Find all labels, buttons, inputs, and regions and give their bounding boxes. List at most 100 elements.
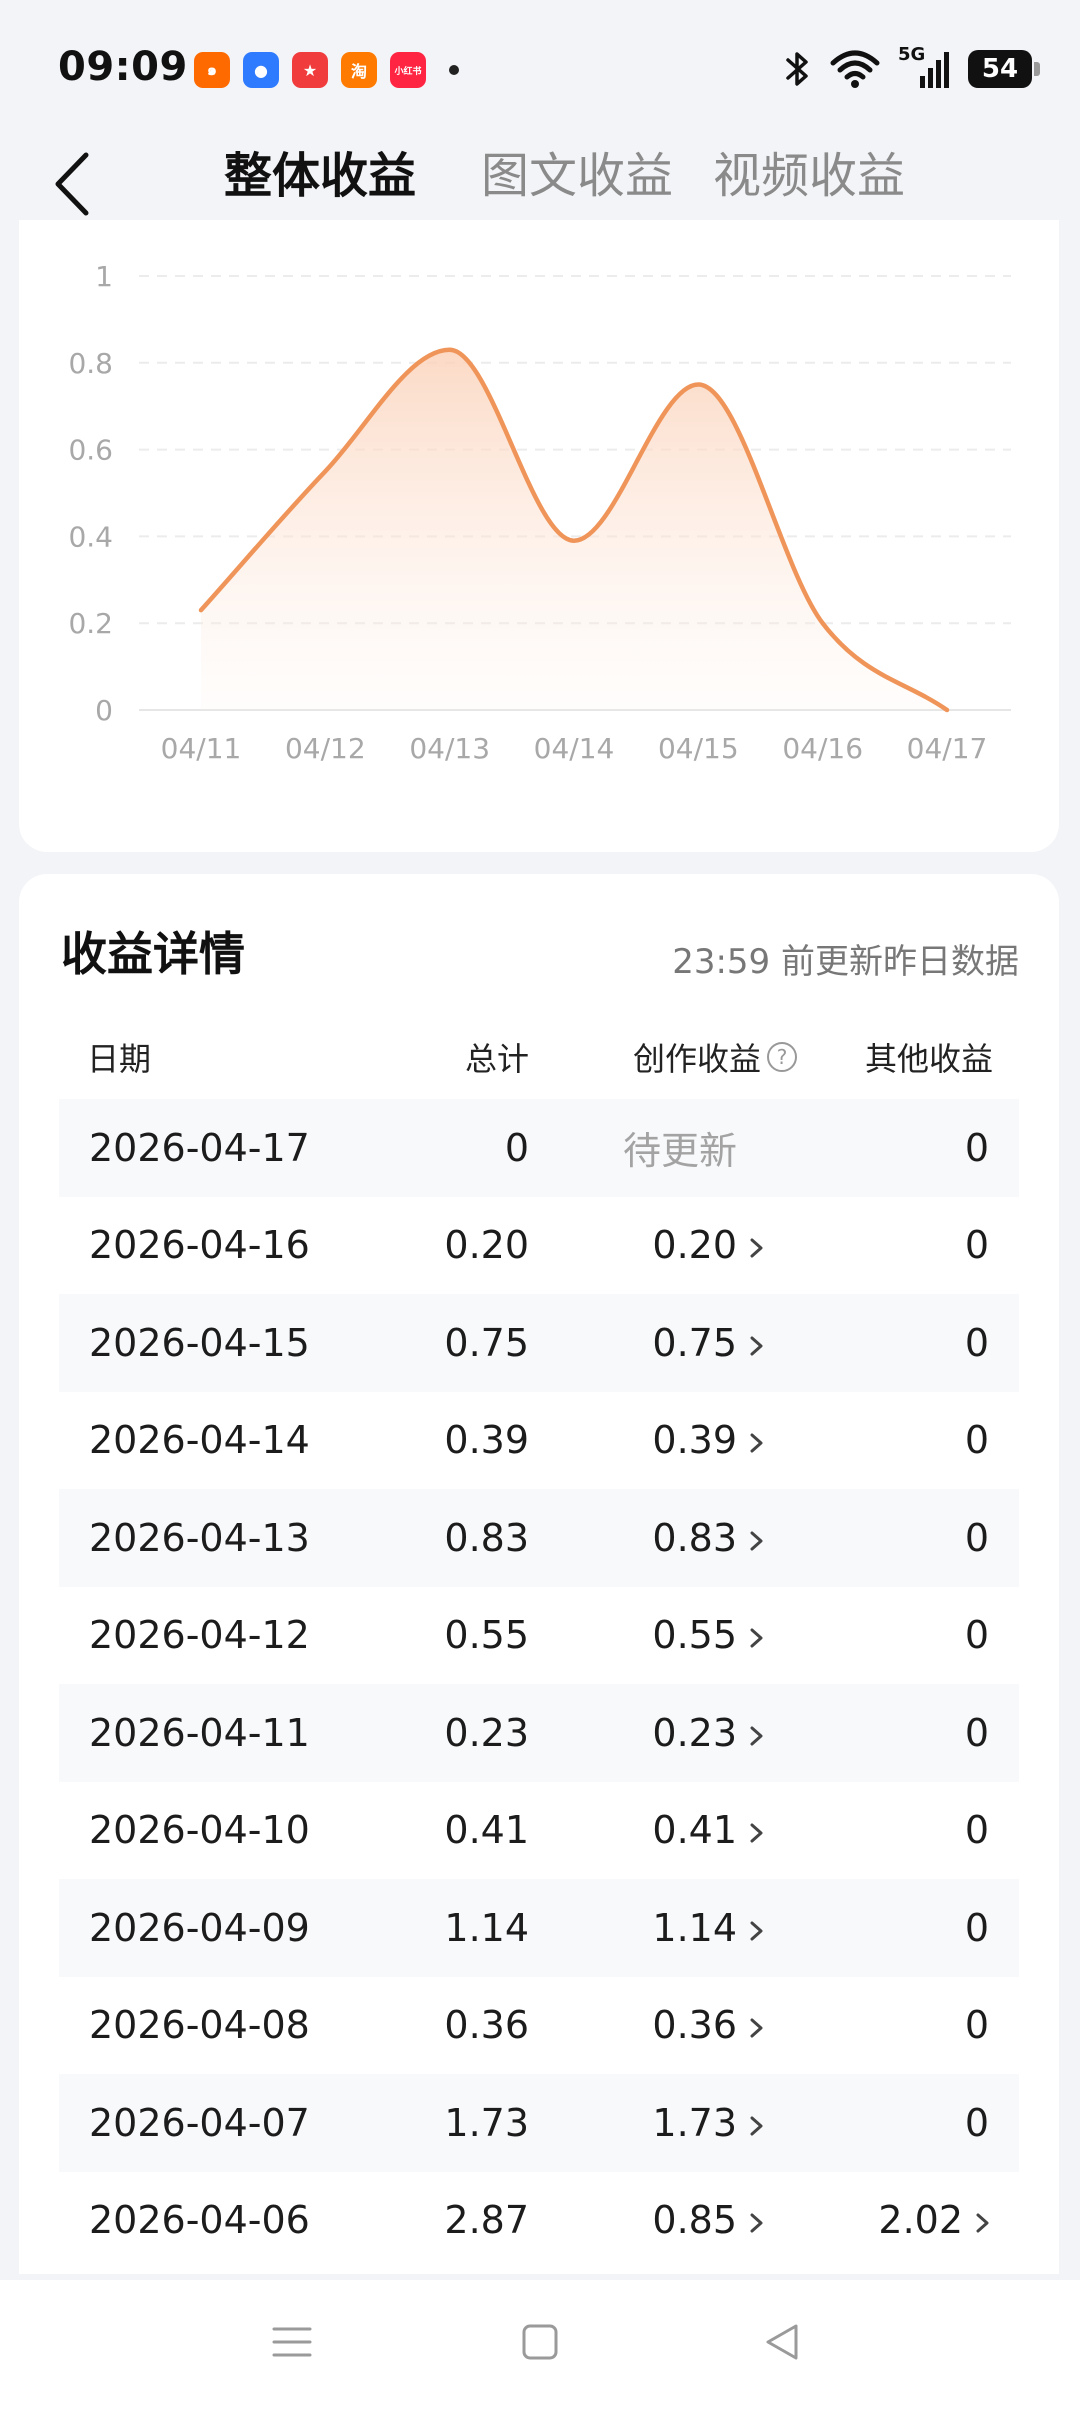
row-date: 2026-04-11 <box>89 1710 310 1755</box>
chevron-right-icon <box>745 1327 769 1359</box>
x-tick-label: 04/13 <box>409 732 490 765</box>
browser-app-icon: ● <box>243 52 279 88</box>
row-total: 0.39 <box>444 1418 529 1463</box>
data-point <box>572 538 576 543</box>
column-header-total: 总计 <box>464 1040 529 1078</box>
chevron-right-icon <box>745 1424 769 1456</box>
battery-icon: 54 <box>968 50 1040 88</box>
table-row: 2026-04-13 0.83 0.83 0 <box>59 1489 1019 1587</box>
status-bar: 09:09 ๑ ● ★ 淘小红书 5G 54 <box>0 0 1080 138</box>
column-header-other: 其他收益 <box>864 1040 993 1078</box>
row-creation-value: 0.75 <box>652 1320 737 1365</box>
chevron-right-icon <box>971 2204 995 2236</box>
row-creation-link[interactable]: 1.14 <box>652 1879 769 1977</box>
back-button[interactable] <box>42 146 102 222</box>
row-creation-link[interactable]: 0.41 <box>652 1782 769 1880</box>
row-date: 2026-04-06 <box>89 2198 310 2243</box>
row-other: 0 <box>964 1418 989 1463</box>
chevron-right-icon <box>745 1619 769 1651</box>
row-creation-pending: 待更新 <box>622 1129 737 1174</box>
data-point <box>696 382 701 387</box>
top-header: 整体收益 图文收益 视频收益 <box>0 132 1080 222</box>
more-notifications-dot <box>449 65 459 75</box>
taobao-app-icon: 淘 <box>341 52 377 88</box>
row-creation-value: 0.83 <box>652 1515 737 1560</box>
row-creation-link[interactable]: 0.83 <box>652 1489 769 1587</box>
row-other: 0 <box>964 1808 989 1853</box>
chevron-right-icon <box>745 1814 769 1846</box>
y-tick-label: 0.2 <box>68 607 113 640</box>
status-time: 09:09 <box>58 44 188 90</box>
y-tick-label: 0.4 <box>68 520 113 553</box>
menu-icon <box>272 2327 312 2357</box>
x-tick-label: 04/16 <box>782 732 863 765</box>
chevron-right-icon <box>745 1522 769 1554</box>
row-other: 0 <box>964 1905 989 1950</box>
earnings-chart-card: 0 0.2 0.4 0.6 0.8 1 04/11 04/12 04/13 04/14 04/15… <box>19 220 1059 852</box>
row-other: 0 <box>964 1613 989 1658</box>
status-indicators: 5G 54 <box>784 44 1040 90</box>
row-creation-value: 0.39 <box>652 1418 737 1463</box>
row-creation-link[interactable]: 0.23 <box>652 1684 769 1782</box>
row-date: 2026-04-16 <box>89 1223 310 1268</box>
row-creation-value: 1.73 <box>652 2100 737 2145</box>
chevron-right-icon <box>745 1912 769 1944</box>
tab-overall-earnings[interactable]: 整体收益 <box>224 136 416 206</box>
row-creation-value: 0.85 <box>652 2198 737 2243</box>
row-total: 0.41 <box>444 1808 529 1853</box>
row-creation-link[interactable]: 1.73 <box>652 2074 769 2172</box>
x-tick-label: 04/11 <box>161 732 242 765</box>
nav-back-button[interactable] <box>760 2320 804 2364</box>
wifi-icon <box>830 50 880 88</box>
table-row: 2026-04-14 0.39 0.39 0 <box>59 1392 1019 1490</box>
row-creation-value: 1.14 <box>652 1905 737 1950</box>
row-creation-link[interactable]: 0.75 <box>652 1294 769 1392</box>
table-row: 2026-04-12 0.55 0.55 0 <box>59 1587 1019 1685</box>
table-row: 2026-04-15 0.75 0.75 0 <box>59 1294 1019 1392</box>
row-total: 0.83 <box>444 1515 529 1560</box>
row-other: 0 <box>964 1223 989 1268</box>
chevron-right-icon <box>745 1717 769 1749</box>
x-tick-label: 04/14 <box>534 732 615 765</box>
table-row: 2026-04-17 0 待更新 0 <box>59 1099 1019 1197</box>
table-row: 2026-04-06 2.87 0.85 2.02 <box>59 2172 1019 2270</box>
data-point <box>945 708 949 712</box>
row-date: 2026-04-12 <box>89 1613 310 1658</box>
row-total: 1.14 <box>444 1905 529 1950</box>
column-header-creation: 创作收益 ? <box>633 1034 797 1080</box>
data-point <box>447 347 452 352</box>
tab-video-earnings[interactable]: 视频收益 <box>713 136 905 206</box>
notification-app-icons: ๑ ● ★ 淘小红书 <box>194 52 459 88</box>
nav-back-triangle-icon <box>766 2324 798 2360</box>
row-total: 0.55 <box>444 1613 529 1658</box>
home-button[interactable] <box>518 2320 562 2364</box>
cellular-signal-icon: 5G <box>898 44 950 90</box>
row-date: 2026-04-13 <box>89 1515 310 1560</box>
row-creation-link[interactable]: 0.39 <box>652 1392 769 1490</box>
data-point <box>199 608 203 613</box>
battery-level: 54 <box>981 54 1019 84</box>
row-creation-link[interactable]: 0.36 <box>652 1977 769 2075</box>
row-other: 0 <box>964 1710 989 1755</box>
menu-button[interactable] <box>270 2320 314 2364</box>
row-total: 0.75 <box>444 1320 529 1365</box>
back-arrow-icon <box>55 152 89 216</box>
table-row: 2026-04-10 0.41 0.41 0 <box>59 1782 1019 1880</box>
row-creation-link[interactable]: 0.85 <box>652 2172 769 2270</box>
row-date: 2026-04-07 <box>89 2100 310 2145</box>
row-creation-value: 0.36 <box>652 2003 737 2048</box>
earnings-details-card: 收益详情 23:59 前更新昨日数据 日期 总计 创作收益 ? 其他收益 202… <box>19 874 1059 2274</box>
earnings-table: 2026-04-17 0 待更新 0 2026-04-16 0.20 0.20 0 2026-0… <box>59 1099 1019 2269</box>
column-header-creation-label: 创作收益 <box>632 1040 761 1078</box>
row-creation-link[interactable]: 0.20 <box>652 1197 769 1295</box>
row-other-link[interactable]: 2.02 <box>878 2172 995 2270</box>
x-tick-label: 04/17 <box>907 732 988 765</box>
data-point <box>323 469 328 474</box>
help-icon[interactable]: ? <box>767 1042 797 1072</box>
tab-article-earnings[interactable]: 图文收益 <box>481 136 673 206</box>
row-creation-link[interactable]: 0.55 <box>652 1587 769 1685</box>
system-navigation-bar <box>0 2280 1080 2412</box>
row-total: 0.36 <box>444 2003 529 2048</box>
chevron-right-icon <box>745 1229 769 1261</box>
table-row: 2026-04-11 0.23 0.23 0 <box>59 1684 1019 1782</box>
